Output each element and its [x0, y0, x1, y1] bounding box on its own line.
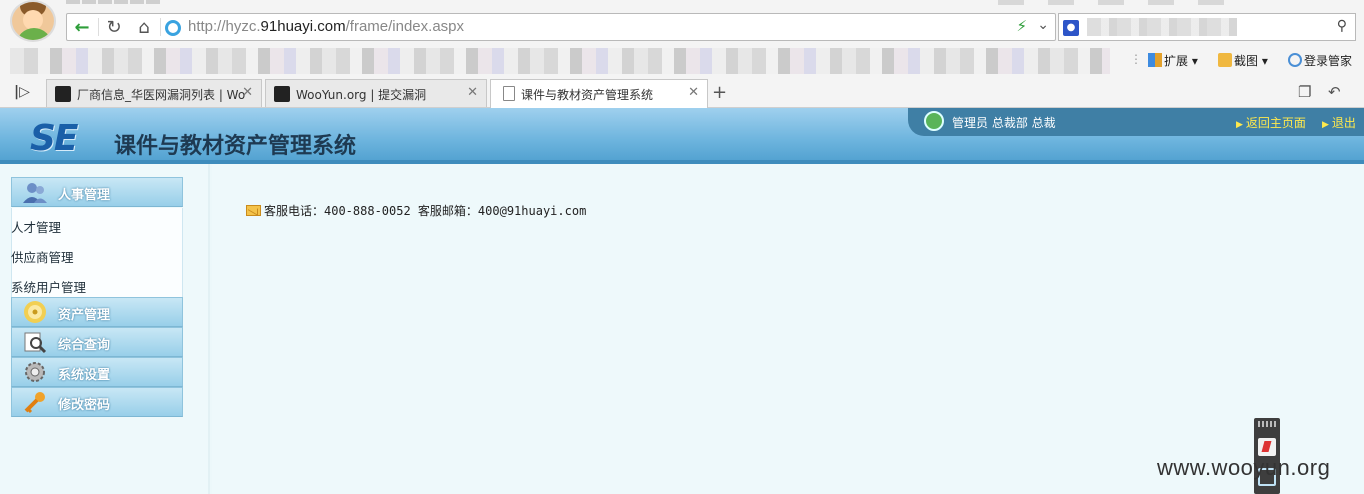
refresh-icon[interactable]: ↻ [99, 14, 129, 40]
page-title: 课件与教材资产管理系统 [114, 134, 357, 159]
app-header: SE 课件与教材资产管理系统 管理员 总裁部 总裁 ▶ 返回主页面 ▶ 退出 [0, 108, 1364, 164]
menu-group-hr[interactable]: 人事管理 [11, 177, 183, 207]
logout-link[interactable]: ▶ 退出 [1322, 114, 1356, 131]
sidebar-item-system-users[interactable]: 系统用户管理 [11, 277, 86, 296]
extensions-button[interactable]: 扩展 ▾ [1148, 52, 1198, 69]
avatar-face [23, 10, 43, 30]
scissors-icon [1218, 53, 1232, 67]
sidebar-item-talent[interactable]: 人才管理 [11, 217, 61, 236]
search-icon[interactable]: ⚲ [1337, 18, 1347, 34]
users-icon [23, 183, 47, 203]
triangle-right-icon: ▶ [1236, 120, 1243, 130]
service-info: 客服电话：400-888-0052 客服邮箱：400@91huayi.com [246, 202, 586, 219]
close-icon[interactable]: ✕ [467, 85, 478, 100]
site-globe-icon [165, 20, 181, 36]
wooyun-icon [274, 86, 290, 102]
sidebar-item-supplier[interactable]: 供应商管理 [11, 247, 74, 266]
menu-group-assets[interactable]: 资产管理 [11, 297, 183, 327]
user-avatar[interactable] [10, 0, 56, 42]
undo-close-icon[interactable]: ↶ [1328, 83, 1341, 101]
url-prefix: http://hyzc. [188, 18, 261, 35]
sidebar-toggle-icon[interactable]: |▷ [14, 84, 30, 100]
menu-group-settings[interactable]: 系统设置 [11, 357, 183, 387]
screenshot-button[interactable]: 截图 ▾ [1218, 52, 1268, 69]
extensions-label: 扩展 [1164, 54, 1189, 68]
url-domain: 91huayi.com [260, 18, 346, 35]
disc-icon [24, 301, 46, 323]
tab-label: 课件与教材资产管理系统 [521, 88, 654, 102]
login-manager-button[interactable]: 登录管家 [1288, 52, 1352, 69]
page-icon [503, 86, 515, 101]
restore-tabs-icon[interactable]: ❐ [1298, 83, 1311, 101]
drag-handle[interactable] [1258, 421, 1276, 427]
login-label: 登录管家 [1304, 54, 1353, 68]
menu-group-label: 系统设置 [58, 368, 111, 383]
menu-group-label: 资产管理 [58, 308, 111, 323]
pdf-tool-icon[interactable] [1258, 438, 1276, 456]
service-info-text: 客服电话：400-888-0052 客服邮箱：400@91huayi.com [264, 204, 587, 218]
gear-icon [25, 362, 45, 382]
tab-wooyun-vendor[interactable]: 厂商信息_华医网漏洞列表 | Wo ✕ [46, 79, 262, 107]
query-icon [24, 332, 47, 354]
baidu-paw-icon[interactable]: ● [1063, 20, 1079, 36]
sidebar: 人事管理 人才管理 供应商管理 系统用户管理 资产管理 综合查询 系统设置 修改… [0, 164, 210, 494]
wooyun-icon [55, 86, 71, 102]
menu-group-label: 人事管理 [58, 188, 111, 203]
menu-group-label: 综合查询 [58, 338, 111, 353]
home-icon[interactable]: ⌂ [129, 14, 159, 40]
divider [160, 18, 161, 36]
chevron-down-icon[interactable]: ⌄ [1037, 17, 1049, 33]
search-input-blurred[interactable] [1087, 18, 1237, 36]
key-icon [24, 392, 45, 414]
url-text[interactable]: http://hyzc.91huayi.com/frame/index.aspx [188, 18, 464, 35]
user-icon [924, 111, 944, 131]
more-dots-icon[interactable]: ⋮ [1130, 52, 1142, 66]
back-arrow-icon[interactable]: ← [67, 14, 97, 40]
tab-asset-system[interactable]: 课件与教材资产管理系统 ✕ [490, 79, 708, 109]
new-tab-icon[interactable]: + [712, 82, 727, 103]
close-icon[interactable]: ✕ [688, 85, 699, 100]
address-bar[interactable]: ← ↻ ⌂ http://hyzc.91huayi.com/frame/inde… [66, 13, 1056, 41]
favorites-blurred [10, 48, 1110, 74]
lightning-icon[interactable]: ⚡ [1016, 17, 1027, 35]
favorites-bar: ⋮ 扩展 ▾ 截图 ▾ 登录管家 [0, 46, 1364, 76]
window-menu-blurred [974, 0, 1224, 6]
url-path: /frame/index.aspx [345, 18, 464, 35]
screenshot-label: 截图 [1234, 54, 1259, 68]
menu-group-label: 修改密码 [58, 398, 111, 413]
browser-chrome: ← ↻ ⌂ http://hyzc.91huayi.com/frame/inde… [0, 0, 1364, 109]
close-icon[interactable]: ✕ [242, 85, 253, 100]
tab-label: 厂商信息_华医网漏洞列表 | Wo [77, 88, 246, 102]
user-info: 管理员 总裁部 总裁 [952, 116, 1056, 130]
main-area: 人事管理 人才管理 供应商管理 系统用户管理 资产管理 综合查询 系统设置 修改… [0, 164, 1364, 494]
grid-icon [1148, 53, 1162, 67]
tab-wooyun-submit[interactable]: WooYun.org | 提交漏洞 ✕ [265, 79, 487, 107]
magnifier-key-icon [1288, 53, 1302, 67]
home-link-label: 返回主页面 [1245, 116, 1306, 130]
user-bar: 管理员 总裁部 总裁 ▶ 返回主页面 ▶ 退出 [908, 108, 1364, 136]
tab-label: WooYun.org | 提交漏洞 [296, 88, 427, 102]
window-title-blurred [66, 0, 162, 6]
watermark: www.wooyun.org [1157, 455, 1331, 480]
mail-icon [246, 205, 261, 216]
content-area: 客服电话：400-888-0052 客服邮箱：400@91huayi.com [212, 164, 1364, 494]
menu-group-password[interactable]: 修改密码 [11, 387, 183, 417]
menu-group-query[interactable]: 综合查询 [11, 327, 183, 357]
tab-strip: |▷ 厂商信息_华医网漏洞列表 | Wo ✕ WooYun.org | 提交漏洞… [0, 78, 1364, 109]
logout-link-label: 退出 [1331, 116, 1356, 130]
se-logo: SE [30, 118, 79, 159]
search-bar[interactable]: ● ⚲ [1058, 13, 1356, 41]
home-link[interactable]: ▶ 返回主页面 [1236, 114, 1306, 131]
avatar-body [16, 28, 52, 40]
triangle-right-icon: ▶ [1322, 120, 1329, 130]
